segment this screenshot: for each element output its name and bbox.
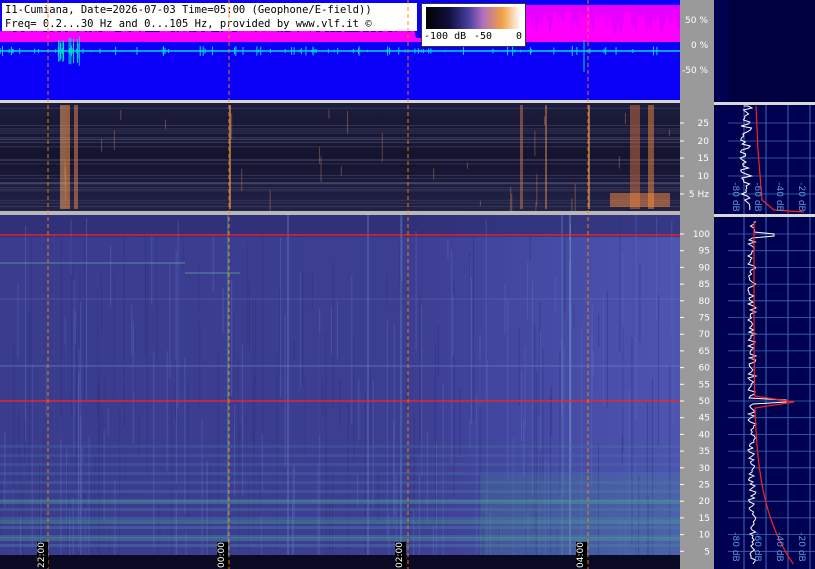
vlf-tick-label: 40 — [699, 430, 711, 440]
vlf-axis: 100 95 90 85 80 75 70 65 60 55 50 45 40 35 30 25 20 15 10 5 — [680, 215, 714, 569]
vlf-tick-label: 50 — [699, 397, 711, 407]
time-label: 22:00 — [36, 542, 47, 568]
vlf-tick-label: 60 — [699, 364, 711, 374]
elf-axis: 25 20 15 10 5 Hz — [680, 103, 714, 215]
elf-tick-label: 20 — [698, 137, 710, 147]
vlf-tick-label: 65 — [699, 347, 710, 357]
vlf-tick-label: 70 — [699, 330, 711, 340]
vlf-tick-label: 75 — [699, 314, 710, 324]
spectrum-plots — [714, 0, 815, 569]
vlf-tick-label: 10 — [699, 531, 711, 541]
time-label: 02:00 — [394, 542, 405, 568]
spectrum-top-empty — [728, 0, 815, 102]
spectrum-db-label: -40 dB — [774, 532, 784, 562]
waveform-tick-minus-50: -50 % — [682, 66, 709, 76]
elf-tick-label: 15 — [698, 154, 709, 164]
vlf-tick-label: 25 — [699, 481, 710, 491]
elf-tick-label: 5 Hz — [689, 190, 709, 200]
elf-tick-label: 10 — [698, 172, 710, 182]
elf-tick-label: 25 — [698, 119, 709, 129]
time-markers — [47, 0, 589, 569]
time-label-box: 04:00 — [576, 542, 587, 568]
time-label-box: 00:00 — [217, 542, 228, 568]
spectrum-db-label: -60 dB — [752, 182, 762, 212]
time-label: 00:00 — [216, 542, 227, 568]
time-label-box: 22:00 — [37, 542, 48, 568]
waveform-tick-50: 50 % — [685, 16, 708, 26]
spectrum-db-label: -40 dB — [774, 182, 784, 212]
vlf-tick-label: 15 — [699, 514, 710, 524]
spectrum-grid — [728, 105, 815, 569]
vlf-tick-label: 35 — [699, 447, 710, 457]
spectrum-db-label: -60 dB — [752, 532, 762, 562]
vlf-tick-label: 100 — [693, 230, 710, 240]
waveform-tick-0: 0 % — [691, 41, 709, 51]
vlf-tick-label: 20 — [699, 497, 711, 507]
spectrum-db-label: -20 dB — [796, 182, 806, 212]
vlf-monitor-screen: I1-Cumiana, Date=2026-07-03 Time=05:00 (… — [0, 0, 815, 569]
vlf-tick-label: 55 — [699, 380, 710, 390]
spectrum-db-label: -80 dB — [730, 532, 740, 562]
vlf-tick-label: 45 — [699, 414, 710, 424]
vlf-tick-label: 95 — [699, 247, 710, 257]
time-label: 04:00 — [575, 542, 586, 568]
vlf-tick-label: 30 — [699, 464, 711, 474]
spectrum-db-label: -20 dB — [796, 532, 806, 562]
time-label-box: 02:00 — [395, 542, 406, 568]
vlf-tick-label: 90 — [699, 263, 711, 273]
vlf-tick-label: 80 — [699, 297, 711, 307]
waveform-axis: 50 % 0 % -50 % — [680, 0, 714, 103]
vlf-tick-label: 5 — [704, 547, 710, 557]
vlf-tick-label: 85 — [699, 280, 710, 290]
spectrum-db-label: -80 dB — [730, 182, 740, 212]
